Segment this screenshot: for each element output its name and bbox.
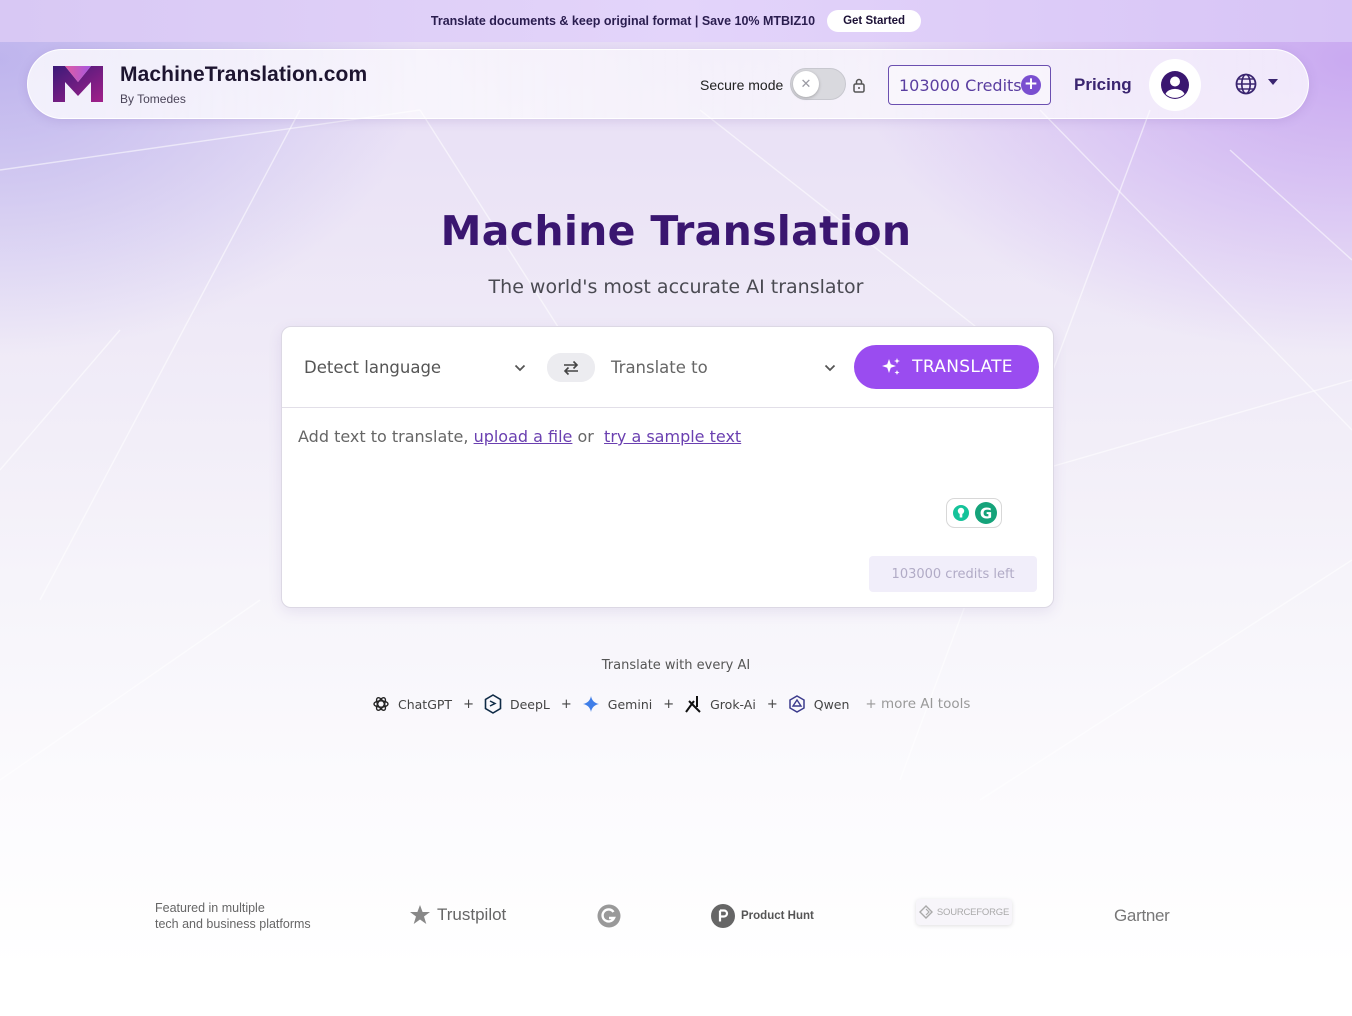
sparkle-icon [882,358,901,375]
ai-tool-grok: Grok-Ai [684,695,756,713]
credits-button[interactable]: 103000 Credits + [888,65,1051,105]
featured-line-1: Featured in multiple [155,901,265,915]
more-ai-tools-link[interactable]: + more AI tools [865,696,970,712]
page-subtitle: The world's most accurate AI translator [488,276,864,298]
language-caret-icon[interactable] [1268,79,1278,85]
featured-line-2: tech and business platforms [155,917,311,931]
ai-tool-label: Qwen [813,696,850,712]
trustpilot-logo[interactable]: Trustpilot [409,904,506,926]
pricing-link[interactable]: Pricing [1074,75,1132,95]
gartner-label: Gartner [1114,906,1170,925]
secure-mode-toggle[interactable]: ✕ [790,68,846,100]
plus-separator: + [766,696,778,712]
text-input-area[interactable]: Add text to translate, upload a file or … [298,427,741,446]
ai-tool-label: ChatGPT [398,696,453,712]
lock-icon [853,78,865,93]
chevron-down-icon[interactable] [824,364,836,372]
featured-label: Featured in multiple tech and business p… [155,900,311,932]
ai-tool-chatgpt: ChatGPT [372,695,452,713]
globe-icon[interactable] [1235,73,1257,95]
swap-languages-button[interactable] [547,353,595,382]
target-language-select[interactable]: Translate to [611,358,708,377]
plus-separator: + [463,696,474,712]
language-bar: Detect language Translate to TRANSLATE [282,327,1053,408]
g2-icon [597,904,621,928]
plus-separator: + [560,696,572,712]
ai-tool-qwen: Qwen [788,695,850,713]
svg-text:G: G [980,505,992,523]
ai-tool-label: Grok-Ai [710,696,756,712]
get-started-button[interactable]: Get Started [827,10,922,32]
input-placeholder-prefix: Add text to translate, [298,427,469,446]
translate-button[interactable]: TRANSLATE [854,345,1039,389]
deepl-icon [484,694,502,714]
ai-tool-label: DeepL [509,696,550,712]
ai-tool-gemini: Gemini [582,695,652,713]
credits-count: 103000 Credits [899,75,1022,95]
sourceforge-logo[interactable]: SOURCEFORGE [916,899,1012,925]
plus-separator: + [663,696,675,712]
product-hunt-label: Product Hunt [741,910,814,922]
top-navbar: MachineTranslation.com By Tomedes Secure… [27,49,1309,119]
translate-button-label: TRANSLATE [912,357,1013,377]
ai-tools-row: ChatGPT + DeepL + Gemini + Grok-Ai + Qwe… [372,693,970,715]
brand-subtitle: By Tomedes [120,92,186,106]
ai-tool-label: Gemini [607,696,653,712]
toggle-off-x-icon: ✕ [793,71,819,97]
product-hunt-logo[interactable]: Product Hunt [711,904,814,928]
chatgpt-icon [373,697,389,711]
source-language-select[interactable]: Detect language [304,358,441,377]
brand-logo-icon[interactable] [51,64,105,104]
input-placeholder-or: or [577,427,594,446]
sample-text-link[interactable]: try a sample text [604,427,741,446]
ai-tool-deepl: DeepL [484,694,550,714]
g2-logo[interactable] [597,904,621,928]
credits-left-badge: 103000 credits left [869,556,1037,592]
secure-mode-label: Secure mode [700,77,784,93]
promo-banner: Translate documents & keep original form… [0,0,1352,42]
add-credits-icon[interactable]: + [1021,75,1041,95]
sourceforge-label: SOURCEFORGE [936,906,1010,918]
upload-file-link[interactable]: upload a file [474,427,573,446]
grok-icon [685,696,701,713]
product-hunt-icon [711,904,735,928]
trustpilot-star-icon [410,905,430,924]
grammarly-icon[interactable]: G [946,498,1002,528]
page-title: Machine Translation [440,207,912,255]
swap-arrows-icon [563,360,579,375]
gartner-logo[interactable]: Gartner [1114,906,1170,926]
brand-name[interactable]: MachineTranslation.com [120,63,367,87]
promo-text: Translate documents & keep original form… [430,14,816,28]
sourceforge-icon [918,905,933,919]
ai-tools-title: Translate with every AI [601,658,751,673]
gemini-icon [582,696,599,712]
user-account-icon [1161,71,1189,99]
qwen-icon [788,695,805,713]
chevron-down-icon[interactable] [514,364,526,372]
trustpilot-label: Trustpilot [437,905,507,924]
user-avatar[interactable] [1149,59,1201,111]
translator-card: Detect language Translate to TRANSLATE A… [281,326,1054,608]
